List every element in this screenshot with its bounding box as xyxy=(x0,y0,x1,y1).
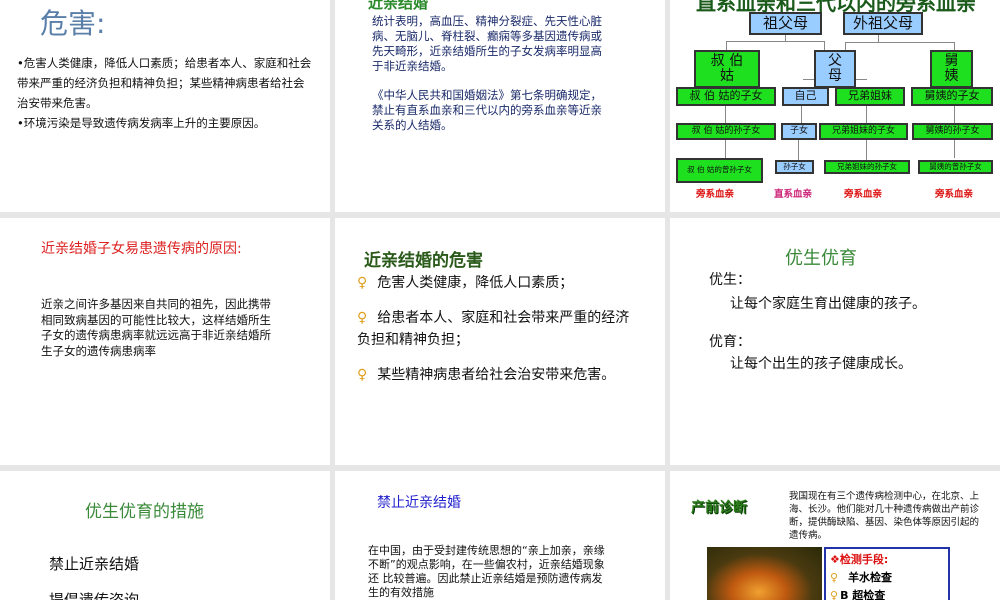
bullet-item: ♀ 某些精神病患者给社会治安带来危害。 xyxy=(357,367,616,383)
fetus-image xyxy=(707,547,822,600)
node-cousins-children: 叔 伯 姑的孙子女 xyxy=(676,123,776,140)
slide-reason[interactable]: 近亲结婚子女易患遗传病的原因: 近亲之间许多基因来自共同的祖先，因此携带相同致病… xyxy=(0,218,330,465)
node-maternal-grandparents: 外祖父母 xyxy=(843,12,923,35)
slide-title: 近亲结婚的危害 xyxy=(364,251,483,271)
paragraph: 在中国，由于受封建传统思想的“亲上加亲，亲缘不断”的观点影响，在一些偏农村，近亲… xyxy=(368,544,605,599)
label: 优育： xyxy=(709,334,751,350)
paragraph: 近亲之间许多基因来自共同的祖先，因此携带相同致病基因的可能性比较大，这样结婚所生… xyxy=(41,297,271,358)
node-grandchildren: 孙子女 xyxy=(775,160,814,174)
methods-title: ❖检测手段: xyxy=(830,553,889,566)
female-symbol-icon: ♀ xyxy=(357,275,368,291)
bullet-item: ♀ 给患者本人、家庭和社会带来严重的经济负担和精神负担； xyxy=(357,310,630,348)
bullet-item: ♀ 危害人类健康，降低人口素质； xyxy=(357,275,574,291)
node-maternal-cousins-grandchildren: 舅姨的曾孙子女 xyxy=(918,160,993,174)
slide-title: 产前诊断 xyxy=(691,500,747,516)
bullet-item: •危害人类健康，降低人口素质；给患者本人、家庭和社会带来严重的经济负担和精神负担… xyxy=(17,56,312,110)
female-symbol-icon: ♀ xyxy=(830,571,839,584)
slide-prenatal[interactable]: 产前诊断 我国现在有三个遗传病检测中心，在北京、上海、长沙。他们能对几十种遗传病… xyxy=(670,471,1000,600)
label-collateral: 旁系血亲 xyxy=(935,189,974,200)
node-siblings: 兄弟姐妹 xyxy=(835,87,905,106)
methods-box: ❖检测手段: ♀ 羊水检查 ♀ B 超检查 xyxy=(824,547,950,600)
node-maternal-cousins-children: 舅姨的孙子女 xyxy=(912,123,993,140)
female-symbol-icon: ♀ xyxy=(357,367,368,383)
node-uncles-aunts: 叔 伯 姑 xyxy=(694,50,760,88)
list-item: 禁止近亲结婚 xyxy=(49,555,140,573)
node-cousins-grandchildren: 叔 伯 姑的曾孙子女 xyxy=(676,158,763,183)
slide-family-tree[interactable]: 直系血亲和三代以内的旁系血亲 祖父母 外祖父母 叔 伯 姑 父 母 舅 姨 叔 … xyxy=(670,0,1000,212)
node-siblings-grandchildren: 兄弟姐妹的孙子女 xyxy=(824,160,910,174)
slide-title: 优生优育的措施 xyxy=(85,502,204,522)
female-symbol-icon: ♀ xyxy=(830,589,839,600)
slide-title: 近亲结婚子女易患遗传病的原因: xyxy=(41,241,242,257)
node-children: 子女 xyxy=(781,123,817,140)
method-item: ♀ 羊水检查 xyxy=(830,571,893,584)
slide-consanguine[interactable]: 近亲结婚 统计表明，高血压、精神分裂症、先天性心脏病、无脑儿、脊柱裂、癫痫等多基… xyxy=(335,0,665,212)
label-collateral: 旁系血亲 xyxy=(844,189,883,200)
slide-title: 禁止近亲结婚 xyxy=(377,495,461,511)
label-collateral: 旁系血亲 xyxy=(696,189,735,200)
node-parents: 父 母 xyxy=(814,50,856,88)
slide-title: 优生优育 xyxy=(785,248,857,269)
node-maternal-uncles-aunts: 舅 姨 xyxy=(930,50,973,88)
node-cousins: 叔 伯 姑的子女 xyxy=(676,87,776,106)
slide-title: 危害: xyxy=(40,7,106,40)
node-maternal-cousins: 舅姨的子女 xyxy=(911,87,993,106)
slide-title: 直系血亲和三代以内的旁系血亲 xyxy=(696,0,976,15)
node-siblings-children: 兄弟姐妹的子女 xyxy=(819,123,908,140)
slide-harm[interactable]: 危害: •危害人类健康，降低人口素质；给患者本人、家庭和社会带来严重的经济负担和… xyxy=(0,0,330,212)
female-symbol-icon: ♀ xyxy=(357,310,368,326)
bullet-item: •环境污染是导致遗传病发病率上升的主要原因。 xyxy=(17,116,266,130)
text: 让每个家庭生育出健康的孩子。 xyxy=(730,296,926,312)
slide-ban[interactable]: 禁止近亲结婚 在中国，由于受封建传统思想的“亲上加亲，亲缘不断”的观点影响，在一… xyxy=(335,471,665,600)
list-item: 提倡遗传咨询 xyxy=(49,591,140,600)
paragraph: 《中华人民共和国婚姻法》第七条明确规定，禁止有直系血亲和三代以内的旁系血亲等近亲… xyxy=(372,88,602,132)
node-self: 自己 xyxy=(782,87,829,106)
slide-title: 近亲结婚 xyxy=(368,0,429,12)
text: 让每个出生的孩子健康成长。 xyxy=(730,356,912,372)
label: 优生： xyxy=(709,272,751,288)
slide-eugenics[interactable]: 优生优育 优生： 让每个家庭生育出健康的孩子。 优育： 让每个出生的孩子健康成长… xyxy=(670,218,1000,465)
slide-danger[interactable]: 近亲结婚的危害 ♀ 危害人类健康，降低人口素质； ♀ 给患者本人、家庭和社会带来严重… xyxy=(335,218,665,465)
paragraph: 统计表明，高血压、精神分裂症、先天性心脏病、无脑儿、脊柱裂、癫痫等多基因遗传病或… xyxy=(372,14,602,73)
node-grandparents: 祖父母 xyxy=(749,12,822,35)
slide-measures[interactable]: 优生优育的措施 禁止近亲结婚 提倡遗传咨询 xyxy=(0,471,330,600)
label-lineal: 直系血亲 xyxy=(774,189,813,200)
method-item: ♀ B 超检查 xyxy=(830,589,886,600)
paragraph: 我国现在有三个遗传病检测中心，在北京、上海、长沙。他们能对几十种遗传病做出产前诊… xyxy=(789,491,980,541)
